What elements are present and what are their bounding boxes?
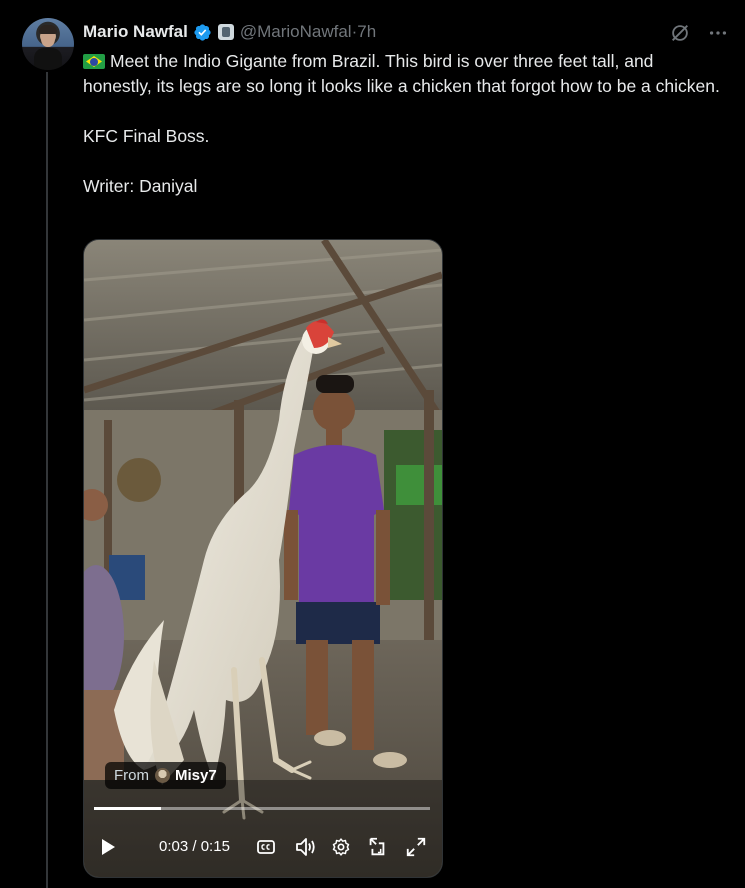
volume-icon[interactable] xyxy=(294,836,318,858)
author-handle[interactable]: @MarioNawfal xyxy=(240,22,352,42)
captions-icon[interactable] xyxy=(256,837,276,857)
tweet-paragraph-1: Meet the Indio Gigante from Brazil. This… xyxy=(83,51,720,96)
tweet[interactable]: Mario Nawfal @MarioNawfal · 7h Meet the … xyxy=(0,0,745,888)
tweet-timestamp[interactable]: 7h xyxy=(357,22,376,42)
avatar[interactable] xyxy=(22,18,74,70)
tweet-paragraph-2: KFC Final Boss. xyxy=(83,126,210,146)
video-timecode: 0:03 / 0:15 xyxy=(159,838,230,855)
grok-icon[interactable] xyxy=(669,22,691,44)
fullscreen-icon[interactable] xyxy=(405,836,427,858)
tweet-top-actions xyxy=(669,22,729,44)
current-time: 0:03 xyxy=(159,838,189,855)
play-icon[interactable] xyxy=(98,837,118,857)
brazil-flag-icon xyxy=(83,54,105,69)
settings-gear-icon[interactable] xyxy=(331,837,351,857)
source-avatar xyxy=(155,768,170,783)
verified-badge-icon[interactable] xyxy=(193,23,212,42)
tweet-paragraph-3: Writer: Daniyal xyxy=(83,176,198,196)
source-username[interactable]: Misy7 xyxy=(175,767,217,784)
video-source-badge[interactable]: From Misy7 xyxy=(105,762,226,789)
author-name[interactable]: Mario Nawfal xyxy=(83,22,188,42)
video-controls: 0:03 / 0:15 xyxy=(84,830,442,864)
time-separator: / xyxy=(188,838,201,855)
affiliation-badge-icon[interactable] xyxy=(217,24,234,40)
tweet-text: Meet the Indio Gigante from Brazil. This… xyxy=(83,49,723,199)
tweet-header: Mario Nawfal @MarioNawfal · 7h xyxy=(83,20,376,44)
video-progress-bar[interactable] xyxy=(94,807,430,810)
video-player[interactable]: From Misy7 0:03 / 0:15 xyxy=(83,239,443,878)
duration: 0:15 xyxy=(200,838,230,855)
more-options-icon[interactable] xyxy=(707,22,729,44)
thread-line xyxy=(46,72,48,888)
source-prefix: From xyxy=(114,767,149,784)
video-progress-fill xyxy=(94,807,162,810)
picture-in-picture-icon[interactable] xyxy=(366,836,388,858)
